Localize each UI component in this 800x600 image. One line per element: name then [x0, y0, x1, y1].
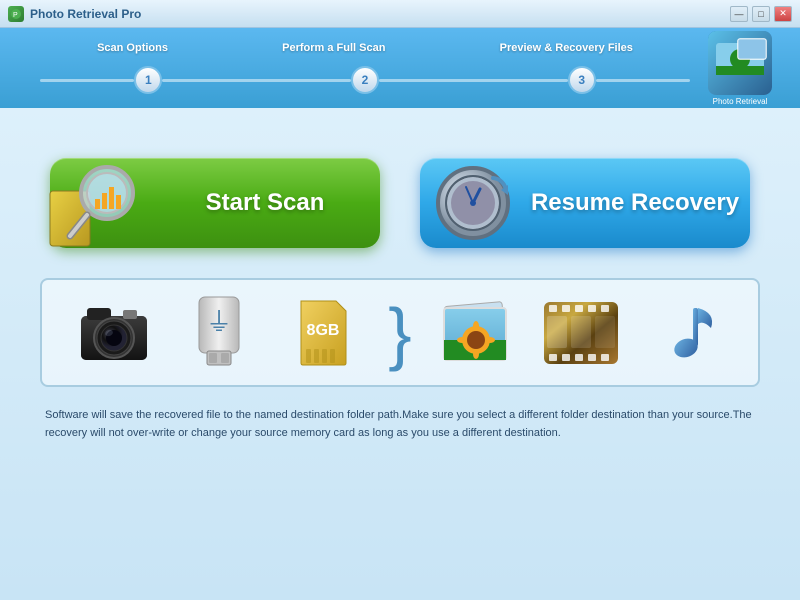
- app-icon: P: [8, 6, 24, 22]
- wizard-header: Scan Options Perform a Full Scan Preview…: [0, 28, 800, 108]
- info-text: Software will save the recovered file to…: [40, 407, 760, 442]
- svg-text:8GB: 8GB: [307, 322, 340, 339]
- step-2-label: Perform a Full Scan: [282, 42, 385, 54]
- minimize-button[interactable]: —: [730, 6, 748, 22]
- title-bar-left: P Photo Retrieval Pro: [8, 6, 141, 22]
- window-controls: — □ ✕: [730, 6, 792, 22]
- close-button[interactable]: ✕: [774, 6, 792, 22]
- step-2-circle: 2: [351, 66, 379, 94]
- step-3-circle: 3: [568, 66, 596, 94]
- step-1-label: Scan Options: [97, 42, 168, 54]
- device-icons-panel: ⏚: [40, 278, 760, 387]
- action-buttons: Start Scan: [40, 158, 760, 248]
- start-scan-label: Start Scan: [150, 189, 380, 217]
- maximize-button[interactable]: □: [752, 6, 770, 22]
- main-content: Start Scan: [0, 108, 800, 600]
- app-title: Photo Retrieval Pro: [30, 7, 141, 21]
- app-logo: Photo Retrieval: [700, 31, 780, 106]
- sd-card-icon: 8GB: [284, 299, 364, 367]
- bracket-symbol: }: [388, 298, 411, 368]
- svg-text:P: P: [13, 12, 18, 19]
- step-3-label: Preview & Recovery Files: [500, 42, 633, 54]
- photos-icon: [436, 300, 516, 366]
- music-note-icon: [646, 298, 726, 368]
- start-scan-button[interactable]: Start Scan: [50, 158, 380, 248]
- camera-icon: [74, 302, 154, 364]
- step-1-circle: 1: [134, 66, 162, 94]
- scan-icon: [45, 151, 145, 256]
- resume-recovery-label: Resume Recovery: [520, 189, 750, 217]
- resume-recovery-button[interactable]: Resume Recovery: [420, 158, 750, 248]
- logo-image: [708, 31, 772, 95]
- usb-drive-icon: ⏚: [179, 295, 259, 370]
- film-strip-icon: [541, 300, 621, 366]
- svg-text:⏚: ⏚: [206, 307, 232, 337]
- title-bar: P Photo Retrieval Pro — □ ✕: [0, 0, 800, 28]
- recovery-icon: [428, 153, 518, 243]
- logo-text: Photo Retrieval: [713, 97, 768, 106]
